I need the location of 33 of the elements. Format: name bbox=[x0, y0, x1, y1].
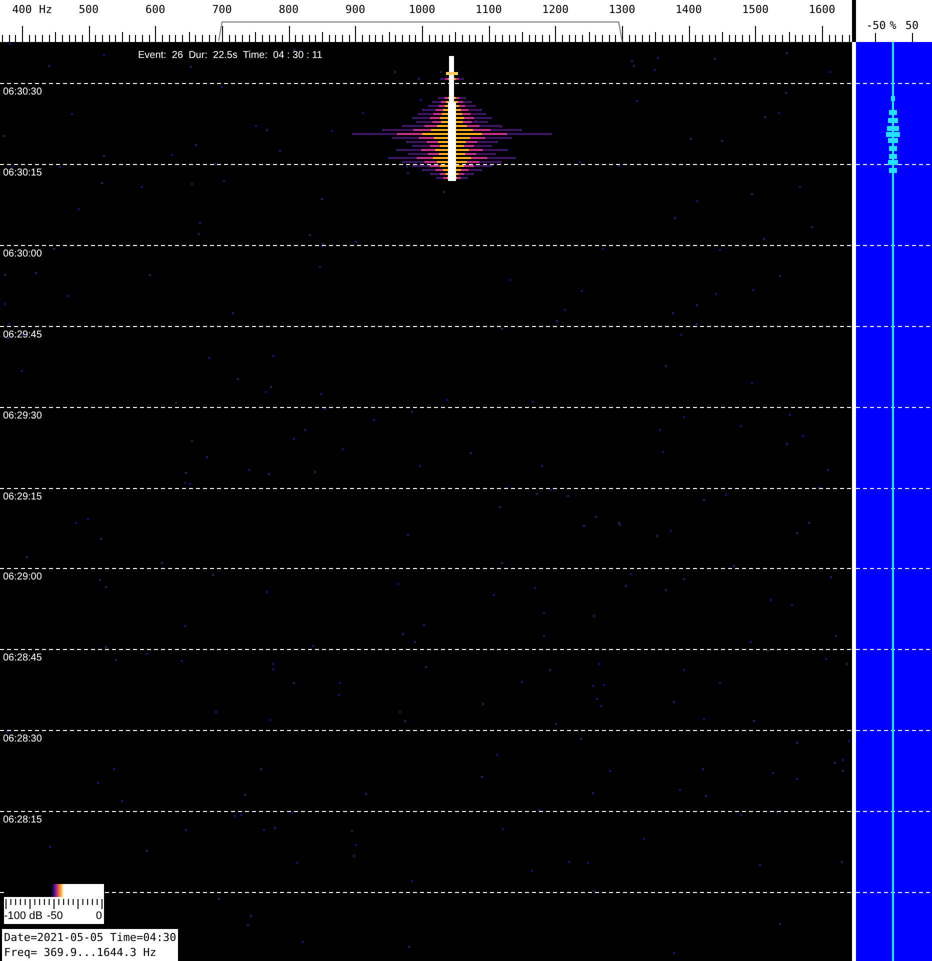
frequency-label: 1300 bbox=[608, 3, 636, 16]
scale-label: -50 bbox=[866, 19, 886, 32]
time-label: 06:30:00 bbox=[3, 248, 42, 260]
time-label: 06:28:30 bbox=[3, 734, 42, 744]
unit-label: Hz bbox=[39, 3, 52, 16]
frequency-label: 800 bbox=[278, 3, 299, 16]
info-line: Date=2021-05-05 Time=04:30 bbox=[4, 930, 176, 945]
legend-label: 0 bbox=[96, 910, 102, 922]
scale-label: 50 bbox=[905, 19, 919, 32]
time-label: 06:30:30 bbox=[3, 86, 42, 98]
frequency-label: 600 bbox=[145, 3, 166, 16]
time-label: 06:28:45 bbox=[3, 652, 42, 664]
frequency-label: 400 bbox=[12, 3, 32, 16]
frequency-label: 500 bbox=[78, 3, 99, 16]
legend-label: -100 dB bbox=[4, 910, 43, 922]
frequency-label: 700 bbox=[212, 3, 232, 16]
time-label: 06:28:15 bbox=[3, 814, 42, 826]
scale-label: % bbox=[890, 19, 896, 32]
time-label: 06:29:00 bbox=[3, 572, 42, 582]
frequency-label: 1600 bbox=[808, 3, 836, 16]
frequency-label: 1100 bbox=[475, 3, 502, 16]
frequency-label: 900 bbox=[345, 3, 366, 16]
time-label: 06:29:30 bbox=[3, 410, 42, 422]
frequency-label: 1400 bbox=[675, 3, 702, 16]
info-line: Freq= 369.9...1644.3 Hz bbox=[4, 945, 158, 960]
event-info: Event: 26 Dur: 22.5s Time: 04 : 30 : 11 bbox=[138, 50, 322, 61]
frequency-label: 1200 bbox=[542, 3, 569, 16]
frequency-label: 1000 bbox=[408, 3, 436, 16]
legend-label: -50 bbox=[47, 910, 63, 922]
time-label: 06:30:15 bbox=[3, 168, 42, 178]
frequency-label: 1500 bbox=[742, 3, 769, 16]
time-label: 06:29:45 bbox=[3, 330, 42, 340]
time-label: 06:29:15 bbox=[3, 492, 42, 502]
